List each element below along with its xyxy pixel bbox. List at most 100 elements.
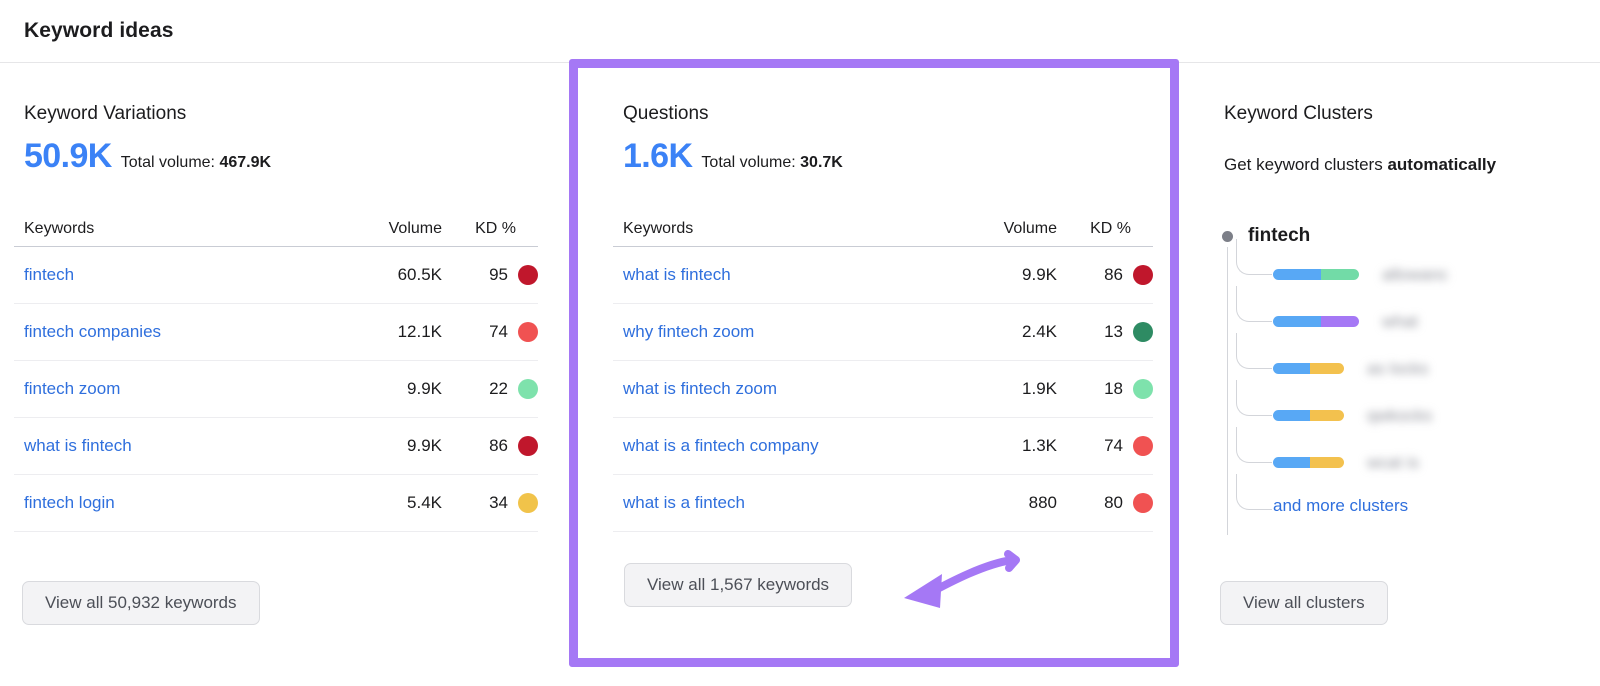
cluster-volume-bar: [1273, 316, 1359, 327]
total-volume-value: 467.9K: [219, 154, 272, 171]
cluster-item[interactable]: allowanc: [1227, 239, 1588, 298]
cluster-item[interactable]: wcat is: [1227, 427, 1588, 486]
view-all-clusters-button[interactable]: View all clusters: [1220, 581, 1388, 625]
kd-difficulty-dot-icon: [1133, 322, 1153, 342]
column-header-keywords: Keywords: [24, 219, 95, 237]
kd-cell: 22: [442, 379, 538, 399]
cluster-label-blurred: allowanc: [1382, 264, 1449, 284]
keyword-link[interactable]: what is fintech: [14, 436, 322, 456]
table-row[interactable]: what is a fintech 880 80: [613, 475, 1153, 532]
kd-difficulty-dot-icon: [518, 436, 538, 456]
cluster-item[interactable]: as locks: [1227, 333, 1588, 392]
cluster-label-blurred: qwkocks: [1367, 405, 1433, 425]
cluster-bar-segment: [1310, 457, 1344, 468]
keyword-variations-rows: fintech 60.5K 95 fintech companies 12.1K 74 fi…: [14, 247, 538, 532]
volume-value: 12.1K: [397, 322, 442, 341]
cluster-volume-bar: [1273, 457, 1344, 468]
keyword-clusters-tree: fintech allowanc what as locks qwkocks wcat …: [1218, 223, 1588, 535]
table-row[interactable]: fintech 60.5K 95: [14, 247, 538, 304]
kd-cell: 74: [1057, 436, 1153, 456]
keyword-link[interactable]: what is a fintech: [613, 493, 937, 513]
keyword-link[interactable]: what is fintech: [613, 265, 937, 285]
keyword-link[interactable]: why fintech zoom: [613, 322, 937, 342]
keyword-clusters-subtitle: Get keyword clusters automatically: [1224, 155, 1496, 175]
total-volume-label: Total volume:: [701, 154, 796, 171]
view-all-questions-button[interactable]: View all 1,567 keywords: [624, 563, 853, 607]
keyword-variations-stats: 50.9K Total volume: 467.9K: [24, 139, 271, 173]
cluster-volume-bar: [1273, 363, 1344, 374]
table-row[interactable]: fintech companies 12.1K 74: [14, 304, 538, 361]
keyword-variations-table: Keywords Volume KD % fintech 60.5K 95 finte…: [14, 211, 538, 532]
page-title: Keyword ideas: [24, 19, 174, 42]
kd-cell: 18: [1057, 379, 1153, 399]
kd-difficulty-dot-icon: [518, 322, 538, 342]
volume-value: 9.9K: [407, 379, 442, 398]
column-header-volume: Volume: [388, 219, 442, 237]
volume-value: 9.9K: [407, 436, 442, 455]
table-row[interactable]: why fintech zoom 2.4K 13: [613, 304, 1153, 361]
kd-difficulty-dot-icon: [518, 493, 538, 513]
keyword-link[interactable]: fintech: [14, 265, 322, 285]
kd-cell: 80: [1057, 493, 1153, 513]
questions-rows: what is fintech 9.9K 86 why fintech zoom 2.4…: [613, 247, 1153, 532]
questions-stats: 1.6K Total volume: 30.7K: [623, 139, 843, 173]
cluster-bar-segment: [1321, 269, 1359, 280]
cluster-item[interactable]: qwkocks: [1227, 380, 1588, 439]
volume-value: 5.4K: [407, 493, 442, 512]
kd-cell: 13: [1057, 322, 1153, 342]
kd-cell: 74: [442, 322, 538, 342]
keyword-variations-count: 50.9K: [24, 137, 112, 175]
keyword-ideas-page: Keyword ideas Keyword Variations 50.9K T…: [0, 0, 1600, 686]
column-header-keywords: Keywords: [623, 219, 694, 237]
keyword-link[interactable]: what is fintech zoom: [613, 379, 937, 399]
view-all-keyword-variations-button[interactable]: View all 50,932 keywords: [22, 581, 260, 625]
keyword-variations-title: Keyword Variations: [24, 103, 187, 124]
column-header-volume: Volume: [1003, 219, 1057, 237]
keyword-clusters-panel: Keyword Clusters Get keyword clusters au…: [1200, 63, 1600, 686]
cluster-more-row: and more clusters: [1227, 474, 1588, 526]
kd-value: 22: [489, 379, 508, 398]
kd-difficulty-dot-icon: [1133, 265, 1153, 285]
kd-value: 86: [1104, 265, 1123, 284]
volume-value: 1.9K: [1022, 379, 1057, 398]
keyword-link[interactable]: fintech companies: [14, 322, 322, 342]
cluster-bar-segment: [1273, 363, 1310, 374]
kd-cell: 86: [1057, 265, 1153, 285]
cluster-branches: allowanc what as locks qwkocks wcat is and m…: [1218, 239, 1588, 535]
subtitle-emphasis: automatically: [1387, 155, 1497, 174]
table-row[interactable]: fintech login 5.4K 34: [14, 475, 538, 532]
tree-elbow-line: [1236, 286, 1272, 322]
cluster-root: fintech: [1218, 223, 1588, 249]
table-row[interactable]: what is fintech 9.9K 86: [14, 418, 538, 475]
table-row[interactable]: fintech zoom 9.9K 22: [14, 361, 538, 418]
volume-value: 60.5K: [397, 265, 442, 284]
cluster-bar-segment: [1273, 457, 1310, 468]
keyword-link[interactable]: fintech zoom: [14, 379, 322, 399]
tree-elbow-line: [1236, 474, 1272, 510]
cluster-item[interactable]: what: [1227, 286, 1588, 345]
column-header-kd: KD %: [475, 219, 516, 237]
kd-value: 80: [1104, 493, 1123, 512]
and-more-clusters-link[interactable]: and more clusters: [1273, 496, 1408, 516]
kd-value: 18: [1104, 379, 1123, 398]
questions-count: 1.6K: [623, 137, 693, 175]
total-volume-label: Total volume:: [120, 154, 215, 171]
keyword-link[interactable]: what is a fintech company: [613, 436, 937, 456]
tree-elbow-line: [1236, 333, 1272, 369]
cluster-bar-segment: [1310, 363, 1344, 374]
table-header-row: Keywords Volume KD %: [613, 211, 1153, 247]
table-row[interactable]: what is fintech zoom 1.9K 18: [613, 361, 1153, 418]
tree-elbow-line: [1236, 427, 1272, 463]
volume-value: 9.9K: [1022, 265, 1057, 284]
keyword-variations-total-volume: Total volume: 467.9K: [121, 155, 271, 171]
page-header: Keyword ideas: [0, 0, 1600, 63]
kd-cell: 86: [442, 436, 538, 456]
kd-cell: 95: [442, 265, 538, 285]
kd-cell: 34: [442, 493, 538, 513]
cluster-bar-segment: [1273, 316, 1321, 327]
table-row[interactable]: what is a fintech company 1.3K 74: [613, 418, 1153, 475]
table-row[interactable]: what is fintech 9.9K 86: [613, 247, 1153, 304]
keyword-clusters-title: Keyword Clusters: [1224, 103, 1373, 124]
volume-value: 880: [1028, 493, 1057, 512]
keyword-link[interactable]: fintech login: [14, 493, 322, 513]
